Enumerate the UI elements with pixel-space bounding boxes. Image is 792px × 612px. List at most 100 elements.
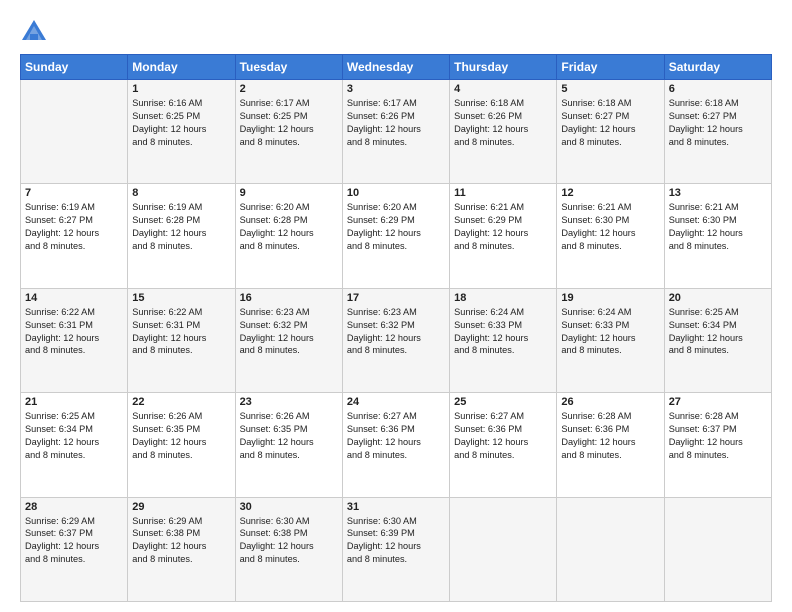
calendar-cell: 16Sunrise: 6:23 AMSunset: 6:32 PMDayligh… — [235, 288, 342, 392]
calendar-cell: 11 Sunrise: 6:21 AMSunset: 6:29 PMDayligh… — [450, 184, 557, 288]
day-number: 2 — [240, 83, 338, 95]
calendar-cell: 19Sunrise: 6:24 AMSunset: 6:33 PMDayligh… — [557, 288, 664, 392]
day-number: 27 — [669, 396, 767, 408]
day-number: 4 — [454, 83, 552, 95]
col-header-friday: Friday — [557, 55, 664, 80]
calendar-cell — [450, 497, 557, 601]
logo-icon — [20, 18, 48, 46]
calendar-cell: 5 Sunrise: 6:18 AMSunset: 6:27 PMDaylight… — [557, 80, 664, 184]
day-number: 8 — [132, 187, 230, 199]
calendar-cell — [557, 497, 664, 601]
day-info: Sunrise: 6:28 AMSunset: 6:36 PMDaylight:… — [561, 410, 659, 462]
day-number: 7 — [25, 187, 123, 199]
calendar-cell: 7Sunrise: 6:19 AMSunset: 6:27 PMDaylight… — [21, 184, 128, 288]
day-number: 17 — [347, 292, 445, 304]
day-number: 16 — [240, 292, 338, 304]
calendar-cell: 18 Sunrise: 6:24 AMSunset: 6:33 PMDayligh… — [450, 288, 557, 392]
day-number: 23 — [240, 396, 338, 408]
calendar-cell: 3Sunrise: 6:17 AMSunset: 6:26 PMDaylight… — [342, 80, 449, 184]
calendar-table: SundayMondayTuesdayWednesdayThursdayFrid… — [20, 54, 772, 602]
calendar-cell: 15Sunrise: 6:22 AMSunset: 6:31 PMDayligh… — [128, 288, 235, 392]
day-info: Sunrise: 6:21 AMSunset: 6:30 PMDaylight:… — [561, 201, 659, 253]
day-info: Sunrise: 6:25 AMSunset: 6:34 PMDaylight:… — [25, 410, 123, 462]
col-header-thursday: Thursday — [450, 55, 557, 80]
day-number: 3 — [347, 83, 445, 95]
day-info: Sunrise: 6:18 AMSunset: 6:26 PMDaylight:… — [454, 97, 552, 149]
day-number: 6 — [669, 83, 767, 95]
day-info: Sunrise: 6:29 AMSunset: 6:37 PMDaylight:… — [25, 515, 123, 567]
calendar-cell: 28 Sunrise: 6:29 AMSunset: 6:37 PMDayligh… — [21, 497, 128, 601]
calendar-cell: 21 Sunrise: 6:25 AMSunset: 6:34 PMDayligh… — [21, 393, 128, 497]
day-number: 11 — [454, 187, 552, 199]
day-number: 25 — [454, 396, 552, 408]
logo — [20, 18, 52, 46]
calendar-cell — [664, 497, 771, 601]
day-number: 13 — [669, 187, 767, 199]
calendar-cell: 13 Sunrise: 6:21 AMSunset: 6:30 PMDayligh… — [664, 184, 771, 288]
calendar-cell: 4 Sunrise: 6:18 AMSunset: 6:26 PMDaylight… — [450, 80, 557, 184]
col-header-monday: Monday — [128, 55, 235, 80]
calendar-cell: 29Sunrise: 6:29 AMSunset: 6:38 PMDayligh… — [128, 497, 235, 601]
calendar-cell — [21, 80, 128, 184]
day-info: Sunrise: 6:30 AMSunset: 6:39 PMDaylight:… — [347, 515, 445, 567]
day-info: Sunrise: 6:23 AMSunset: 6:32 PMDaylight:… — [347, 306, 445, 358]
calendar-cell: 10Sunrise: 6:20 AMSunset: 6:29 PMDayligh… — [342, 184, 449, 288]
day-info: Sunrise: 6:26 AMSunset: 6:35 PMDaylight:… — [240, 410, 338, 462]
day-info: Sunrise: 6:21 AMSunset: 6:29 PMDaylight:… — [454, 201, 552, 253]
day-number: 31 — [347, 501, 445, 513]
calendar-header-row: SundayMondayTuesdayWednesdayThursdayFrid… — [21, 55, 772, 80]
calendar-cell: 20Sunrise: 6:25 AMSunset: 6:34 PMDayligh… — [664, 288, 771, 392]
day-info: Sunrise: 6:27 AMSunset: 6:36 PMDaylight:… — [347, 410, 445, 462]
day-info: Sunrise: 6:17 AMSunset: 6:25 PMDaylight:… — [240, 97, 338, 149]
calendar-cell: 31 Sunrise: 6:30 AMSunset: 6:39 PMDayligh… — [342, 497, 449, 601]
day-info: Sunrise: 6:24 AMSunset: 6:33 PMDaylight:… — [561, 306, 659, 358]
day-number: 30 — [240, 501, 338, 513]
day-number: 24 — [347, 396, 445, 408]
calendar-cell: 24 Sunrise: 6:27 AMSunset: 6:36 PMDayligh… — [342, 393, 449, 497]
day-info: Sunrise: 6:16 AMSunset: 6:25 PMDaylight:… — [132, 97, 230, 149]
calendar-cell: 30 Sunrise: 6:30 AMSunset: 6:38 PMDayligh… — [235, 497, 342, 601]
day-number: 21 — [25, 396, 123, 408]
day-number: 5 — [561, 83, 659, 95]
day-number: 9 — [240, 187, 338, 199]
day-number: 12 — [561, 187, 659, 199]
day-info: Sunrise: 6:22 AMSunset: 6:31 PMDaylight:… — [25, 306, 123, 358]
day-info: Sunrise: 6:21 AMSunset: 6:30 PMDaylight:… — [669, 201, 767, 253]
calendar-cell: 22Sunrise: 6:26 AMSunset: 6:35 PMDayligh… — [128, 393, 235, 497]
calendar-cell: 9 Sunrise: 6:20 AMSunset: 6:28 PMDaylight… — [235, 184, 342, 288]
day-info: Sunrise: 6:30 AMSunset: 6:38 PMDaylight:… — [240, 515, 338, 567]
day-info: Sunrise: 6:24 AMSunset: 6:33 PMDaylight:… — [454, 306, 552, 358]
col-header-saturday: Saturday — [664, 55, 771, 80]
day-number: 18 — [454, 292, 552, 304]
calendar-cell: 14 Sunrise: 6:22 AMSunset: 6:31 PMDayligh… — [21, 288, 128, 392]
day-info: Sunrise: 6:20 AMSunset: 6:29 PMDaylight:… — [347, 201, 445, 253]
calendar-cell: 8 Sunrise: 6:19 AMSunset: 6:28 PMDaylight… — [128, 184, 235, 288]
day-info: Sunrise: 6:29 AMSunset: 6:38 PMDaylight:… — [132, 515, 230, 567]
day-number: 1 — [132, 83, 230, 95]
calendar-cell: 17 Sunrise: 6:23 AMSunset: 6:32 PMDayligh… — [342, 288, 449, 392]
calendar-cell: 25Sunrise: 6:27 AMSunset: 6:36 PMDayligh… — [450, 393, 557, 497]
day-info: Sunrise: 6:18 AMSunset: 6:27 PMDaylight:… — [669, 97, 767, 149]
day-number: 22 — [132, 396, 230, 408]
calendar-cell: 6 Sunrise: 6:18 AMSunset: 6:27 PMDaylight… — [664, 80, 771, 184]
calendar-week-5: 28 Sunrise: 6:29 AMSunset: 6:37 PMDayligh… — [21, 497, 772, 601]
day-info: Sunrise: 6:28 AMSunset: 6:37 PMDaylight:… — [669, 410, 767, 462]
calendar-cell: 1 Sunrise: 6:16 AMSunset: 6:25 PMDaylight… — [128, 80, 235, 184]
calendar-cell: 27 Sunrise: 6:28 AMSunset: 6:37 PMDayligh… — [664, 393, 771, 497]
day-info: Sunrise: 6:20 AMSunset: 6:28 PMDaylight:… — [240, 201, 338, 253]
calendar-cell: 12 Sunrise: 6:21 AMSunset: 6:30 PMDayligh… — [557, 184, 664, 288]
day-info: Sunrise: 6:18 AMSunset: 6:27 PMDaylight:… — [561, 97, 659, 149]
calendar-week-3: 14 Sunrise: 6:22 AMSunset: 6:31 PMDayligh… — [21, 288, 772, 392]
calendar-week-1: 1 Sunrise: 6:16 AMSunset: 6:25 PMDaylight… — [21, 80, 772, 184]
day-number: 26 — [561, 396, 659, 408]
calendar-cell: 2 Sunrise: 6:17 AMSunset: 6:25 PMDaylight… — [235, 80, 342, 184]
day-info: Sunrise: 6:25 AMSunset: 6:34 PMDaylight:… — [669, 306, 767, 358]
day-number: 15 — [132, 292, 230, 304]
day-number: 28 — [25, 501, 123, 513]
day-number: 14 — [25, 292, 123, 304]
day-info: Sunrise: 6:19 AMSunset: 6:28 PMDaylight:… — [132, 201, 230, 253]
col-header-wednesday: Wednesday — [342, 55, 449, 80]
header — [20, 18, 772, 46]
col-header-tuesday: Tuesday — [235, 55, 342, 80]
calendar-week-2: 7Sunrise: 6:19 AMSunset: 6:27 PMDaylight… — [21, 184, 772, 288]
